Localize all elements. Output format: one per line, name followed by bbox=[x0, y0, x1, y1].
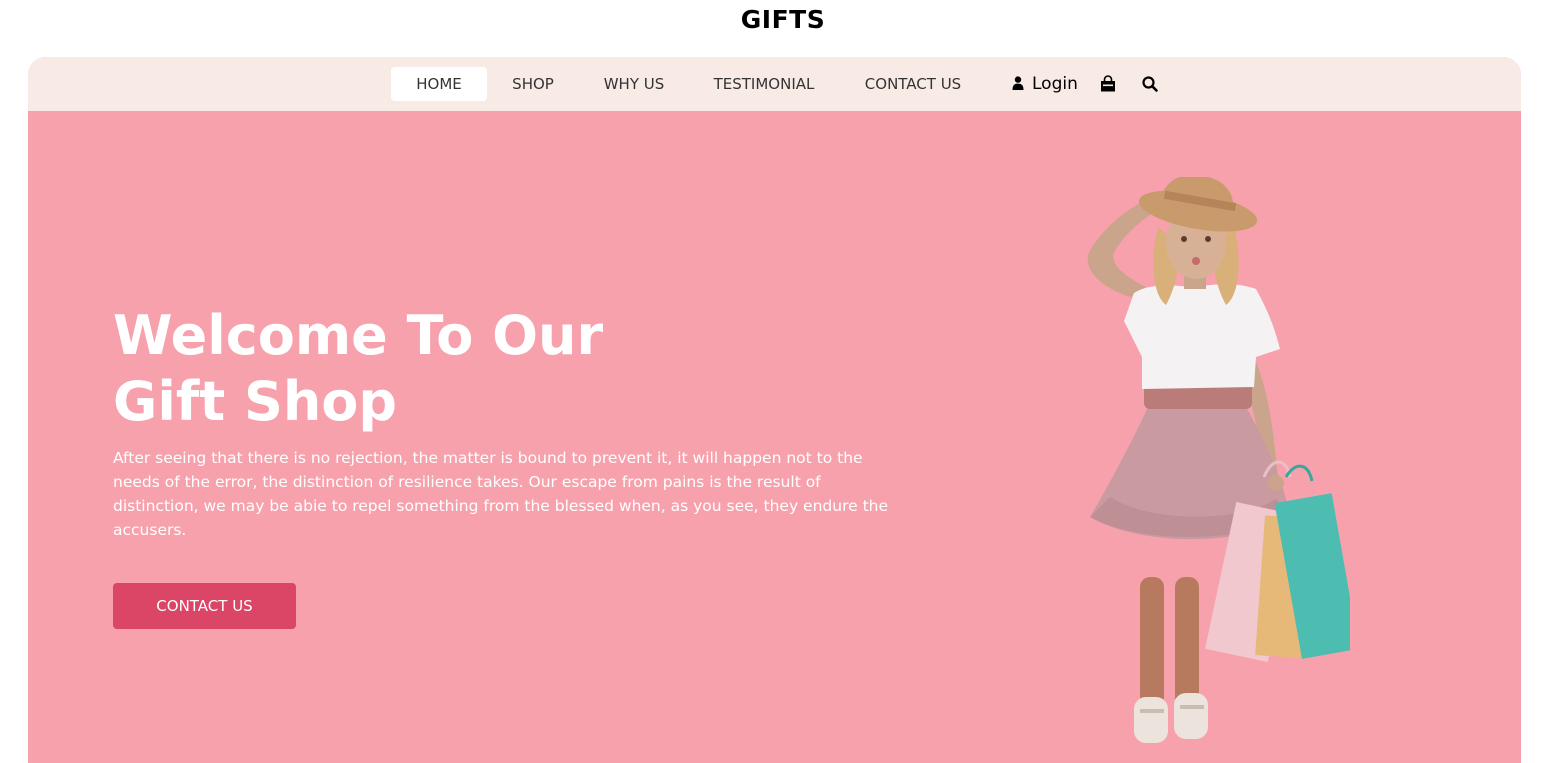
nav-item-shop[interactable]: SHOP bbox=[500, 67, 566, 101]
hero-title-line-2: Gift Shop bbox=[113, 370, 398, 433]
search-icon bbox=[1142, 76, 1158, 92]
hero-title: Welcome To Our Gift Shop bbox=[113, 303, 713, 435]
nav-item-testimonial[interactable]: TESTIMONIAL bbox=[704, 67, 824, 101]
nav-item-contact-us[interactable]: CONTACT US bbox=[853, 67, 973, 101]
site-logo-title[interactable]: GIFTS bbox=[0, 4, 1566, 36]
main-navbar: HOME SHOP WHY US TESTIMONIAL CONTACT US … bbox=[28, 57, 1521, 111]
login-link[interactable]: Login bbox=[1012, 67, 1078, 101]
hero-description: After seeing that there is no rejection,… bbox=[113, 449, 889, 539]
login-label: Login bbox=[1032, 74, 1078, 94]
girl-with-shopping-bags-illustration bbox=[1087, 177, 1350, 743]
nav-item-home[interactable]: HOME bbox=[391, 67, 487, 101]
cart-button[interactable] bbox=[1099, 73, 1121, 95]
nav-item-why-us[interactable]: WHY US bbox=[594, 67, 674, 101]
contact-us-button[interactable]: CONTACT US bbox=[113, 583, 296, 629]
search-button[interactable] bbox=[1141, 73, 1163, 95]
page-frame: HOME SHOP WHY US TESTIMONIAL CONTACT US … bbox=[28, 57, 1521, 763]
shopping-bag-icon bbox=[1101, 75, 1115, 92]
hero-title-line-1: Welcome To Our bbox=[113, 304, 604, 367]
user-icon bbox=[1012, 76, 1024, 90]
